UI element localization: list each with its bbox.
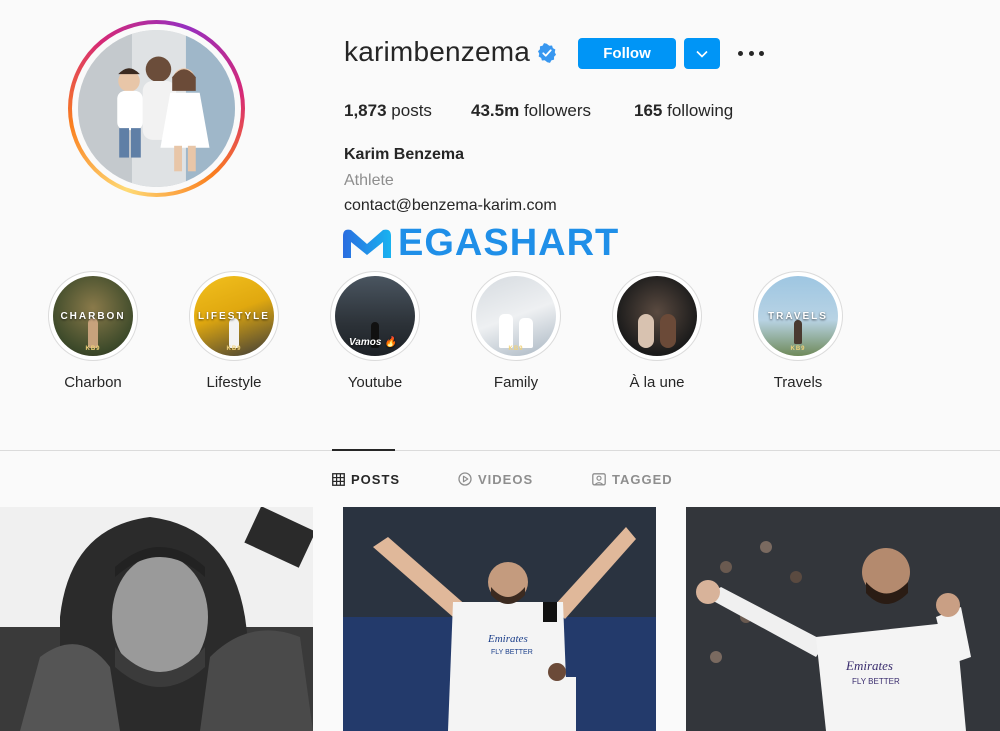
highlight-label: Lifestyle: [206, 374, 262, 391]
following-stat[interactable]: 165 following: [634, 101, 733, 121]
highlight-figure: [637, 314, 654, 348]
highlight-label: Youtube: [347, 374, 403, 391]
posts-count: 1,873: [344, 101, 387, 120]
highlight-a-la-une[interactable]: À la une: [597, 271, 717, 391]
post-image-fist-pump: Emirates FLY BETTER: [686, 507, 1000, 731]
chevron-down-icon: [696, 50, 708, 58]
highlight-cover-image: KB9: [476, 276, 556, 356]
highlight-charbon[interactable]: CHARBON KB9 Charbon: [33, 271, 153, 391]
posts-label: posts: [391, 101, 432, 120]
highlight-badge: KB9: [85, 346, 101, 352]
highlight-cover-image: Vamos 🔥: [335, 276, 415, 356]
profile-full-name: Karim Benzema: [344, 146, 465, 163]
highlight-cover-image: [617, 276, 697, 356]
highlight-caption: LIFESTYLE: [198, 310, 270, 322]
svg-text:FLY BETTER: FLY BETTER: [491, 649, 533, 656]
tab-posts[interactable]: POSTS: [332, 471, 400, 487]
grid-icon: [332, 472, 345, 486]
highlight-figure: [88, 318, 98, 348]
post-image-hooded-portrait: [0, 507, 313, 731]
highlight-label: À la une: [629, 374, 685, 391]
verified-badge-icon: [538, 43, 556, 63]
tag-icon: [592, 473, 606, 486]
highlight-figure: [660, 314, 677, 348]
highlight-caption: TRAVELS: [768, 310, 828, 322]
suggested-dropdown-button[interactable]: [684, 38, 720, 69]
more-dot-icon: [748, 50, 754, 56]
megashart-logo-icon: [343, 229, 391, 258]
more-options-button[interactable]: [738, 44, 764, 62]
tabs-divider: [0, 450, 1000, 451]
post-image-celebration: Emirates FLY BETTER: [343, 507, 656, 731]
active-tab-indicator: [332, 449, 395, 451]
more-dot-icon: [738, 50, 743, 56]
following-count: 165: [634, 101, 663, 120]
highlight-family[interactable]: KB9 Family: [456, 271, 576, 391]
highlight-label: Family: [493, 374, 539, 391]
play-icon: [458, 472, 472, 486]
megashart-watermark: EGASHART: [340, 222, 619, 264]
highlight-figure: [794, 320, 802, 344]
highlight-lifestyle[interactable]: LIFESTYLE KB9 Lifestyle: [174, 271, 294, 391]
highlight-figure: [499, 314, 514, 348]
post-tile[interactable]: Emirates FLY BETTER: [686, 507, 1000, 731]
profile-username: karimbenzema: [344, 36, 531, 67]
watermark-text: EGASHART: [398, 222, 620, 264]
story-highlights: CHARBON KB9 Charbon LIFESTYLE KB9 Lifest…: [0, 271, 1000, 401]
highlight-badge: KB9: [508, 346, 524, 352]
post-tile[interactable]: Emirates FLY BETTER: [343, 507, 656, 731]
highlight-cover-image: TRAVELS KB9: [758, 276, 838, 356]
avatar-family-illustration: [78, 30, 235, 187]
profile-avatar[interactable]: [68, 20, 245, 197]
svg-text:FLY BETTER: FLY BETTER: [852, 677, 900, 686]
profile-category: Athlete: [344, 172, 394, 189]
highlight-travels[interactable]: TRAVELS KB9 Travels: [738, 271, 858, 391]
highlight-figure: [229, 318, 239, 348]
followers-stat[interactable]: 43.5m followers: [471, 101, 591, 121]
post-tile[interactable]: [0, 507, 313, 731]
svg-text:Emirates: Emirates: [487, 633, 528, 645]
following-label: following: [667, 101, 734, 120]
highlight-badge: KB9: [790, 346, 806, 352]
highlight-figure: [518, 318, 533, 348]
highlight-badge: KB9: [226, 346, 242, 352]
tab-posts-label: POSTS: [351, 471, 401, 487]
svg-text:Emirates: Emirates: [845, 658, 893, 673]
highlight-youtube[interactable]: Vamos 🔥 Youtube: [315, 271, 435, 391]
posts-stat: 1,873 posts: [344, 101, 432, 121]
highlight-caption: CHARBON: [60, 310, 126, 322]
tab-videos-label: VIDEOS: [478, 471, 534, 487]
tab-tagged[interactable]: TAGGED: [592, 471, 673, 487]
highlight-label: Charbon: [64, 374, 122, 391]
follow-button[interactable]: Follow: [578, 38, 676, 69]
highlight-label: Travels: [773, 374, 823, 391]
highlight-cover-image: CHARBON KB9: [53, 276, 133, 356]
tab-tagged-label: TAGGED: [612, 471, 673, 487]
more-dot-icon: [759, 50, 764, 56]
avatar-photo: [78, 30, 235, 187]
followers-label: followers: [523, 101, 592, 120]
followers-count: 43.5m: [471, 101, 520, 120]
tab-videos[interactable]: VIDEOS: [458, 471, 533, 487]
profile-contact: contact@benzema-karim.com: [344, 197, 557, 214]
highlight-cover-image: LIFESTYLE KB9: [194, 276, 274, 356]
highlight-caption: Vamos 🔥: [349, 337, 397, 348]
